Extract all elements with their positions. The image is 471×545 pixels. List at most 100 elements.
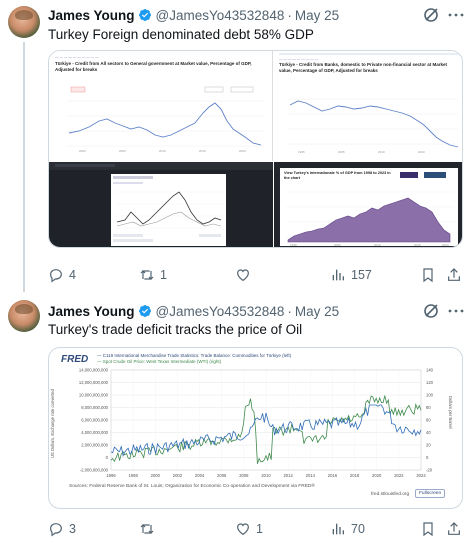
- verified-badge-icon: [138, 305, 151, 317]
- media-image-3[interactable]: [49, 162, 273, 247]
- avatar[interactable]: [8, 300, 40, 332]
- tweet-media-fred-chart[interactable]: FRED — C119 International Merchandise Tr…: [48, 347, 463, 509]
- media-image-1[interactable]: — — — — — — — — — — Türkiye - Credit fro…: [49, 51, 273, 161]
- svg-text:2010: 2010: [159, 149, 166, 153]
- left-tick-label: 2,000,000,000: [81, 443, 108, 448]
- right-tick-label: 60: [426, 418, 431, 423]
- left-tick-label: 8,000,000,000: [81, 405, 108, 410]
- views-icon: [332, 269, 344, 281]
- heart-icon: [237, 269, 249, 282]
- svg-text:2015: 2015: [414, 243, 421, 247]
- retweet-icon: [140, 524, 154, 534]
- left-tick-label: 12,000,000,000: [79, 380, 109, 385]
- retweet-count: 1: [160, 268, 167, 282]
- fullscreen-button[interactable]: Fullscreen: [415, 489, 446, 498]
- x-tick-label: 2016: [328, 473, 338, 478]
- x-tick-label: 2014: [306, 473, 316, 478]
- svg-text:2023: 2023: [442, 243, 449, 247]
- right-tick-label: 120: [426, 380, 434, 385]
- verified-badge-icon: [138, 9, 151, 21]
- x-tick-label: 2002: [173, 473, 183, 478]
- grok-icon[interactable]: [423, 7, 439, 23]
- svg-text:1995: 1995: [298, 150, 305, 154]
- reply-icon: [50, 523, 62, 537]
- x-tick-label: 1996: [106, 473, 116, 478]
- tweet-1[interactable]: James Young @JamesYo43532848 · May 25 Tu…: [0, 0, 471, 292]
- views-count: 157: [351, 268, 372, 282]
- x-tick-label: 2006: [217, 473, 227, 478]
- tweet-text: Turkey's trade deficit tracks the price …: [48, 322, 303, 337]
- image-chart: 1995 2005 2010 2020: [279, 53, 459, 154]
- fred-url[interactable]: fred.stlouisfed.org: [371, 492, 409, 497]
- more-options-icon[interactable]: [448, 13, 464, 17]
- x-tick-label: 2000: [151, 473, 161, 478]
- separator-dot: ·: [287, 303, 292, 319]
- left-tick-label: 4,000,000,000: [81, 430, 108, 435]
- left-axis-label: US Dollars, Exchange rate converted: [50, 389, 55, 458]
- more-options-icon[interactable]: [448, 309, 464, 313]
- retweet-icon: [140, 270, 154, 280]
- bookmark-button[interactable]: [420, 266, 436, 284]
- image-chart: 2000 2005 2010 2015 2020: [67, 86, 264, 153]
- right-tick-label: 40: [426, 430, 431, 435]
- author-handle[interactable]: @JamesYo43532848: [156, 304, 285, 319]
- tweet-actions: 3 1 70: [48, 520, 463, 538]
- reply-button[interactable]: 3: [48, 520, 76, 538]
- media-image-4[interactable]: 1998 2005 2010 2015 2023 View Turkey's Inter…: [274, 162, 462, 247]
- x-tick-label: 2020: [372, 473, 382, 478]
- svg-text:2005: 2005: [119, 149, 126, 153]
- share-icon: [448, 522, 460, 535]
- svg-text:2000: 2000: [79, 149, 86, 153]
- tweet-date[interactable]: May 25: [295, 8, 339, 23]
- author-handle[interactable]: @JamesYo43532848: [156, 8, 285, 23]
- svg-text:2005: 2005: [334, 243, 341, 247]
- reply-count: 4: [69, 268, 76, 282]
- grok-icon[interactable]: [423, 303, 439, 319]
- right-tick-label: 0: [426, 455, 429, 460]
- like-button[interactable]: [235, 266, 256, 284]
- tweet-date[interactable]: May 25: [295, 304, 339, 319]
- author-name[interactable]: James Young: [48, 8, 135, 23]
- x-tick-label: 2010: [261, 473, 271, 478]
- tweet-media-grid[interactable]: — — — — — — — — — — Türkiye - Credit fro…: [48, 50, 463, 248]
- retweet-button[interactable]: [139, 520, 160, 538]
- left-tick-label: -2,000,000,000: [80, 468, 109, 473]
- thread-line: [23, 42, 25, 292]
- bookmark-button[interactable]: [420, 520, 436, 538]
- reply-button[interactable]: 4: [48, 266, 76, 284]
- views-icon: [332, 523, 344, 535]
- avatar[interactable]: [8, 6, 40, 38]
- left-tick-label: 10,000,000,000: [79, 393, 109, 398]
- media-image-2[interactable]: — — — — — — — — — Türkiye - Credit from …: [274, 51, 462, 161]
- chart-sources: Sources: Federal Reserve Bank of St. Lou…: [69, 484, 315, 489]
- x-tick-label: 1998: [128, 473, 138, 478]
- svg-text:1998: 1998: [290, 243, 297, 247]
- like-button[interactable]: 1: [235, 520, 263, 538]
- views-button[interactable]: 70: [330, 520, 365, 538]
- x-tick-label: 2022: [394, 473, 404, 478]
- left-tick-label: 0: [106, 455, 109, 460]
- image-chart: [49, 162, 273, 246]
- bookmark-icon: [423, 268, 433, 283]
- bookmark-icon: [423, 522, 433, 537]
- heart-icon: [237, 523, 249, 536]
- views-count: 70: [351, 522, 365, 536]
- reply-count: 3: [69, 522, 76, 536]
- x-tick-label: 2004: [195, 473, 205, 478]
- left-tick-label: 14,000,000,000: [79, 368, 109, 373]
- separator-dot: ·: [287, 7, 292, 23]
- share-button[interactable]: [446, 266, 462, 284]
- author-name[interactable]: James Young: [48, 304, 135, 319]
- svg-text:2015: 2015: [199, 149, 206, 153]
- reply-icon: [50, 269, 62, 283]
- x-tick-label: 2018: [350, 473, 360, 478]
- tweet-actions: 4 1 157: [48, 266, 463, 284]
- views-button[interactable]: 157: [330, 266, 372, 284]
- x-tick-label: 2008: [239, 473, 249, 478]
- svg-text:2010: 2010: [374, 243, 381, 247]
- svg-text:2005: 2005: [338, 150, 345, 154]
- retweet-button[interactable]: 1: [139, 266, 167, 284]
- share-button[interactable]: [446, 520, 462, 538]
- image-title: View Turkey's Internationale % of GDP fr…: [284, 171, 391, 180]
- tweet-2[interactable]: James Young @JamesYo43532848 · May 25 Tu…: [0, 292, 471, 545]
